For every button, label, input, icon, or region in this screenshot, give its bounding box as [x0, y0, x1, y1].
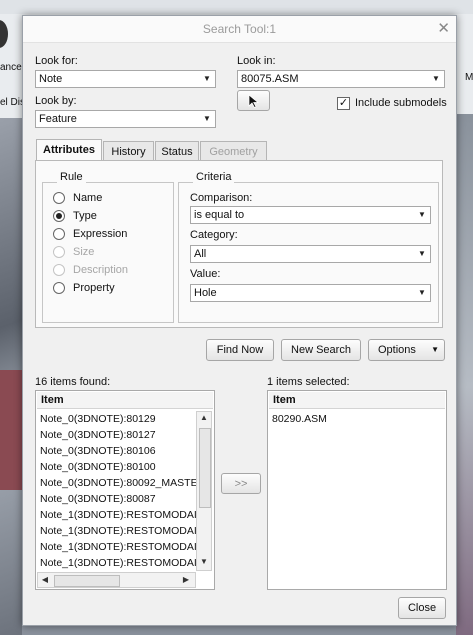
model-part-red [0, 370, 22, 490]
list-item[interactable]: 80290.ASM [272, 413, 327, 425]
close-button[interactable]: Close [398, 597, 446, 619]
selected-items-list[interactable]: Item 80290.ASM [267, 390, 447, 590]
chevron-down-icon: ▼ [431, 345, 439, 354]
tab-geometry: Geometry [200, 141, 267, 161]
category-dropdown[interactable]: All ▼ [190, 245, 431, 263]
include-submodels-label: Include submodels [355, 97, 447, 109]
list-item[interactable]: Note_0(3DNOTE):80127 [40, 429, 156, 441]
chevron-down-icon: ▼ [418, 210, 426, 219]
found-items-rows: Note_0(3DNOTE):80129 Note_0(3DNOTE):8012… [36, 409, 196, 571]
options-button[interactable]: Options ▼ [368, 339, 445, 361]
rule-description-radio [53, 264, 65, 276]
app-logo-icon [0, 20, 8, 48]
category-value: All [194, 248, 207, 260]
scroll-right-icon[interactable]: ▶ [181, 575, 191, 584]
include-submodels-checkbox[interactable]: ✓ [337, 97, 350, 110]
app-right-strip [456, 14, 473, 635]
look-for-dropdown[interactable]: Note ▼ [35, 70, 216, 88]
vertical-scrollbar[interactable]: ▲ ▼ [196, 411, 212, 571]
title-bar[interactable]: Search Tool:1 ✕ [23, 16, 456, 43]
found-items-list[interactable]: Item Note_0(3DNOTE):80129 Note_0(3DNOTE)… [35, 390, 215, 590]
list-item[interactable]: Note_1(3DNOTE):RESTOMODAIR [40, 541, 196, 553]
rule-type-radio[interactable] [53, 210, 65, 222]
list-item[interactable]: Note_0(3DNOTE):80129 [40, 413, 156, 425]
tab-status[interactable]: Status [155, 141, 199, 161]
found-count-label: 16 items found: [35, 376, 111, 388]
find-now-button[interactable]: Find Now [206, 339, 274, 361]
scroll-left-icon[interactable]: ◀ [40, 575, 50, 584]
scroll-up-icon[interactable]: ▲ [197, 413, 211, 422]
horizontal-scroll-thumb[interactable] [54, 575, 120, 587]
chevron-down-icon: ▼ [418, 288, 426, 297]
app-left-label-1: ance [0, 62, 22, 73]
value-label: Value: [190, 268, 221, 280]
look-for-value: Note [39, 73, 63, 85]
look-in-label: Look in: [237, 55, 276, 67]
rule-property-radio[interactable] [53, 282, 65, 294]
list-item[interactable]: Note_0(3DNOTE):80087 [40, 493, 156, 505]
close-icon[interactable]: ✕ [437, 19, 450, 37]
value-value: Hole [194, 287, 217, 299]
look-in-dropdown[interactable]: 80075.ASM ▼ [237, 70, 445, 88]
rule-type-label: Type [73, 210, 97, 222]
list-item[interactable]: Note_1(3DNOTE):RESTOMODAIR [40, 509, 196, 521]
look-in-value: 80075.ASM [241, 73, 299, 85]
found-item-column-header[interactable]: Item [37, 392, 213, 409]
look-by-value: Feature [39, 113, 77, 125]
look-by-dropdown[interactable]: Feature ▼ [35, 110, 216, 128]
chevron-down-icon: ▼ [418, 249, 426, 258]
comparison-label: Comparison: [190, 192, 253, 204]
rule-size-radio [53, 246, 65, 258]
add-to-selected-button[interactable]: >> [221, 473, 261, 494]
selected-count-label: 1 items selected: [267, 376, 350, 388]
cursor-arrow-icon [248, 94, 259, 108]
list-item[interactable]: Note_0(3DNOTE):80106 [40, 445, 156, 457]
list-item[interactable]: Note_1(3DNOTE):RESTOMODAIR [40, 525, 196, 537]
scroll-down-icon[interactable]: ▼ [197, 557, 211, 566]
new-search-button[interactable]: New Search [281, 339, 361, 361]
chevron-down-icon: ▼ [203, 74, 211, 83]
options-label: Options [378, 344, 416, 356]
rule-property-label: Property [73, 282, 115, 294]
list-item[interactable]: Note_0(3DNOTE):80092_MASTE [40, 477, 196, 489]
app-toolbar-strip [0, 0, 473, 14]
rule-name-radio[interactable] [53, 192, 65, 204]
list-item[interactable]: Note_0(3DNOTE):80100 [40, 461, 156, 473]
category-label: Category: [190, 229, 238, 241]
dialog-title: Search Tool:1 [202, 22, 277, 36]
criteria-group-title: Criteria [193, 171, 235, 183]
look-by-label: Look by: [35, 95, 77, 107]
vertical-scroll-thumb[interactable] [199, 428, 211, 508]
chevron-down-icon: ▼ [432, 74, 440, 83]
look-for-label: Look for: [35, 55, 78, 67]
tab-history[interactable]: History [103, 141, 154, 161]
selected-item-column-header[interactable]: Item [269, 392, 445, 409]
horizontal-scrollbar[interactable]: ◀ ▶ [37, 572, 196, 588]
rule-group-title: Rule [57, 171, 86, 183]
rule-expression-radio[interactable] [53, 228, 65, 240]
rule-size-label: Size [73, 246, 95, 258]
comparison-value: is equal to [194, 209, 245, 221]
comparison-dropdown[interactable]: is equal to ▼ [190, 206, 431, 224]
rule-name-label: Name [73, 192, 103, 204]
search-tool-dialog: Search Tool:1 ✕ Look for: Note ▼ Look in… [22, 15, 457, 626]
rule-expression-label: Expression [73, 228, 128, 240]
pick-model-button[interactable] [237, 90, 270, 111]
list-item[interactable]: Note_1(3DNOTE):RESTOMODAIR [40, 557, 196, 569]
app-right-label: M [465, 72, 473, 83]
chevron-down-icon: ▼ [203, 114, 211, 123]
tab-attributes[interactable]: Attributes [36, 139, 102, 161]
rule-description-label: Description [73, 264, 129, 276]
value-dropdown[interactable]: Hole ▼ [190, 284, 431, 302]
